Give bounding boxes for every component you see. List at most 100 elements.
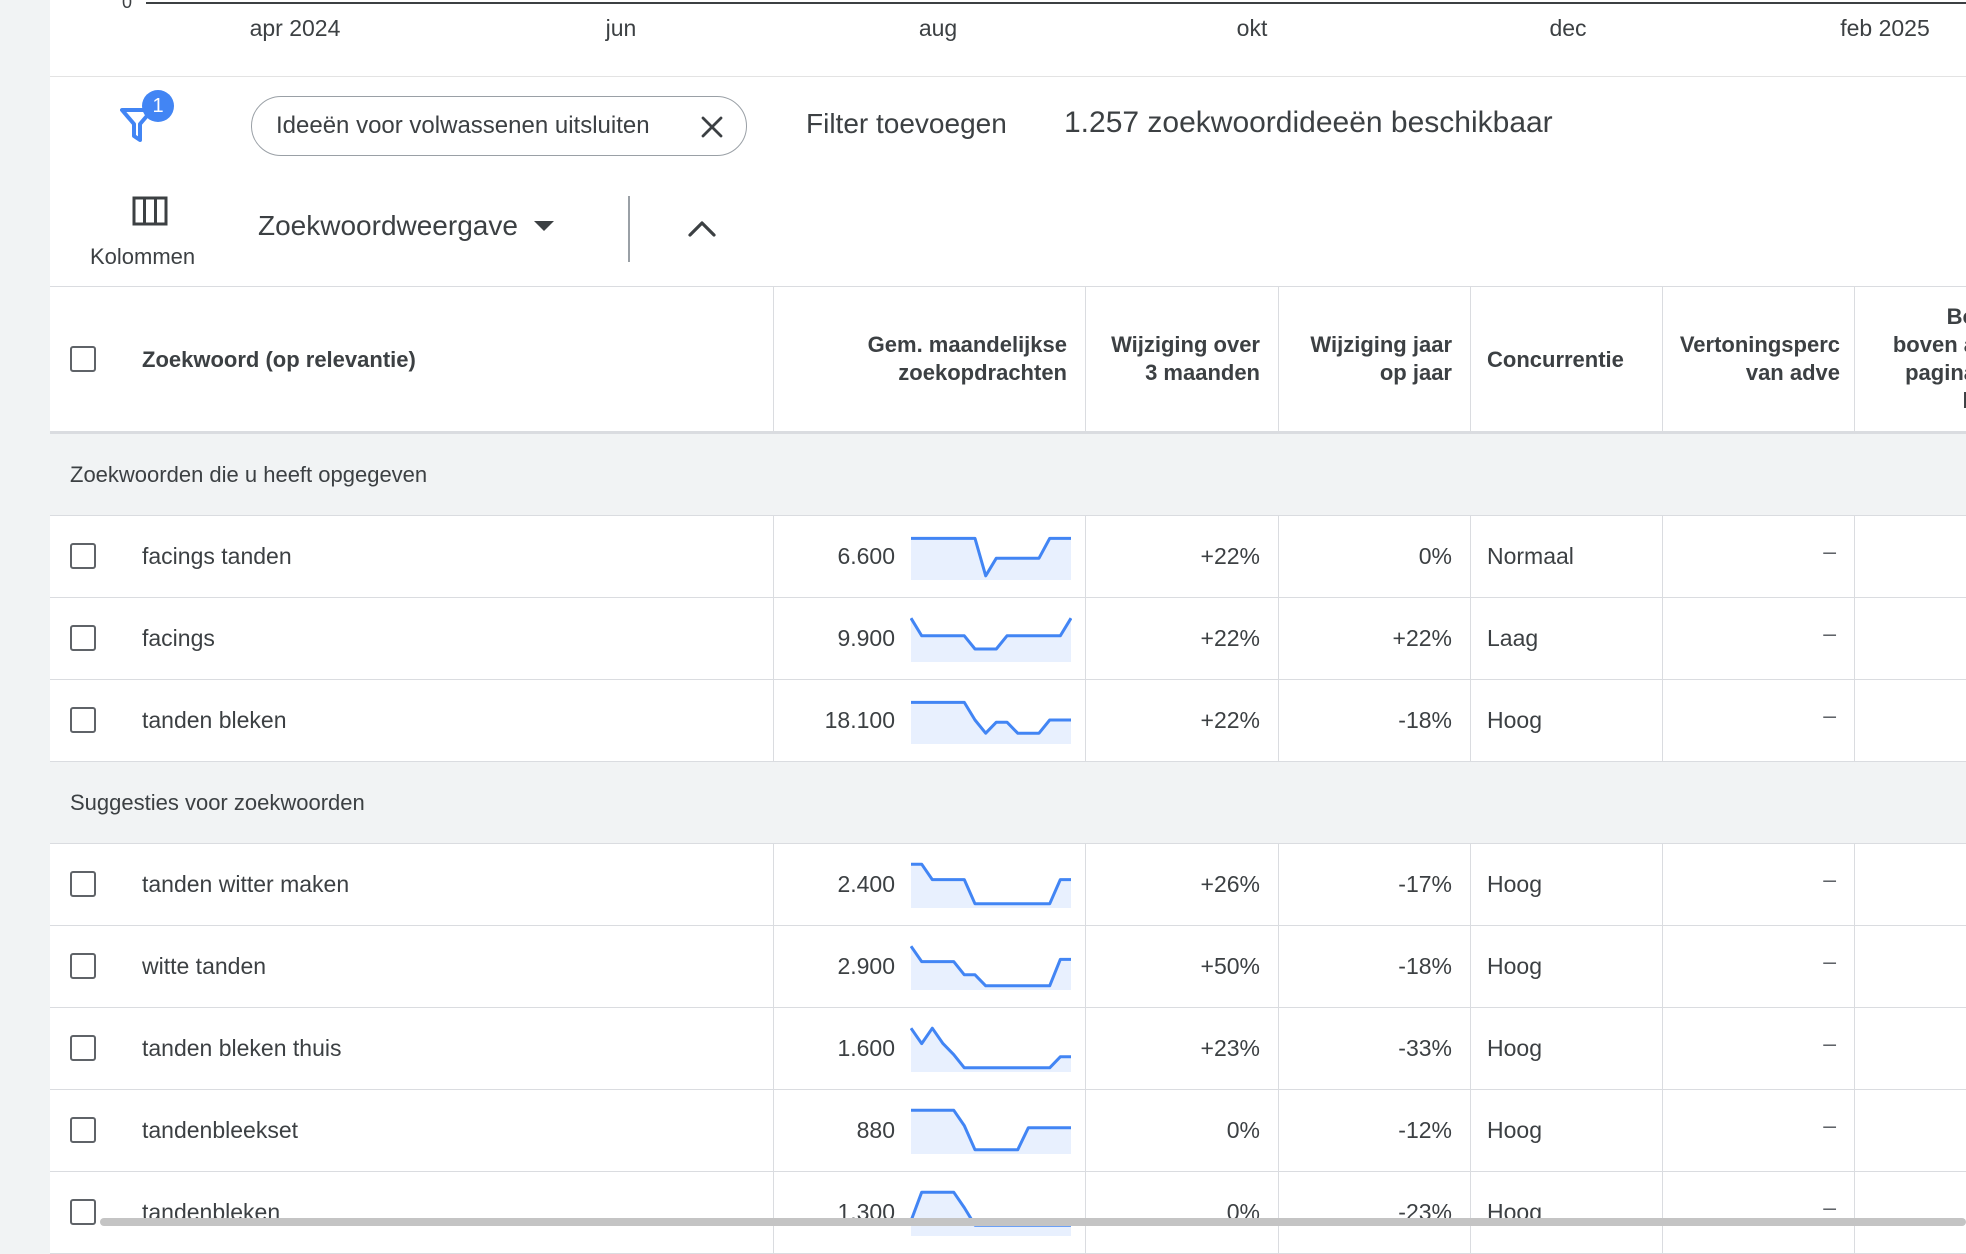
keyword-text: facings xyxy=(142,625,215,651)
select-all-checkbox[interactable] xyxy=(70,346,96,372)
table-row[interactable]: tandenbleken 1.300 0% -23% Hoog – xyxy=(50,1172,1966,1254)
sparkline-area xyxy=(911,946,1071,990)
x-tick-label: apr 2024 xyxy=(249,15,341,41)
table-row[interactable]: tanden bleken thuis 1.600 +23% -33% Hoog – xyxy=(50,1008,1966,1090)
header-top-bid[interactable]: Bo boven a pagina b xyxy=(1854,287,1966,432)
change-yoy-value: 0% xyxy=(1418,543,1452,569)
impression-share-cell: – xyxy=(1662,1008,1854,1089)
avg-searches-value: 6.600 xyxy=(837,543,895,569)
change-yoy-cell: -18% xyxy=(1278,680,1470,761)
change-yoy-cell: -17% xyxy=(1278,844,1470,925)
row-checkbox[interactable] xyxy=(70,1035,96,1061)
change-yoy-cell: -18% xyxy=(1278,926,1470,1007)
sparkline-area xyxy=(911,1192,1071,1236)
impression-share-cell: – xyxy=(1662,516,1854,597)
competition-value: Hoog xyxy=(1487,953,1542,979)
header-avg-searches-line1: Gem. maandelijkse xyxy=(867,332,1067,357)
header-top-bid-line2: boven a xyxy=(1892,332,1966,357)
header-change-3m-line1: Wijziging over xyxy=(1111,332,1260,357)
keyword-cell: facings tanden xyxy=(50,516,773,597)
row-checkbox[interactable] xyxy=(70,707,96,733)
change-3m-cell: 0% xyxy=(1085,1172,1278,1253)
keyword-cell: witte tanden xyxy=(50,926,773,1007)
trend-sparkline[interactable] xyxy=(910,532,1072,580)
impression-share-cell: – xyxy=(1662,598,1854,679)
avg-searches-value: 18.100 xyxy=(824,707,895,733)
row-checkbox[interactable] xyxy=(70,871,96,897)
avg-searches-cell: 1.300 xyxy=(773,1172,1085,1253)
keyword-planner: 0 apr 2024 jun aug okt dec feb 2025 1 Id… xyxy=(0,0,1966,1254)
table-row[interactable]: tandenbleekset 880 0% -12% Hoog – xyxy=(50,1090,1966,1172)
impression-share-cell: – xyxy=(1662,1090,1854,1171)
keyword-view-dropdown[interactable]: Zoekwoordweergave xyxy=(258,210,554,242)
header-change-3m-line2: 3 maanden xyxy=(1145,360,1260,385)
chevron-up-icon[interactable] xyxy=(684,214,720,242)
impression-share-value: – xyxy=(1823,620,1836,646)
competition-cell: Hoog xyxy=(1470,680,1662,761)
close-icon[interactable] xyxy=(698,113,726,141)
table-row[interactable]: facings tanden 6.600 +22% 0% Normaal – xyxy=(50,516,1966,598)
table-row[interactable]: tanden bleken 18.100 +22% -18% Hoog – xyxy=(50,680,1966,762)
impression-share-value: – xyxy=(1823,948,1836,974)
avg-searches-cell: 2.400 xyxy=(773,844,1085,925)
table-row[interactable]: facings 9.900 +22% +22% Laag – xyxy=(50,598,1966,680)
header-change-yoy-line1: Wijziging jaar xyxy=(1310,332,1452,357)
sparkline-area xyxy=(911,1110,1071,1154)
header-impression-share[interactable]: Vertoningsperc van adve xyxy=(1662,287,1854,432)
row-checkbox[interactable] xyxy=(70,625,96,651)
horizontal-scrollbar[interactable] xyxy=(100,1218,1966,1226)
section-header: Zoekwoorden die u heeft opgegeven xyxy=(50,434,1966,516)
header-avg-searches[interactable]: Gem. maandelijkse zoekopdrachten xyxy=(773,287,1085,432)
header-change-3m[interactable]: Wijziging over 3 maanden xyxy=(1085,287,1278,432)
impression-share-value: – xyxy=(1823,1112,1836,1138)
table-row[interactable]: tanden witter maken 2.400 +26% -17% Hoog – xyxy=(50,844,1966,926)
header-impression-share-line1: Vertoningsperc xyxy=(1679,332,1840,357)
competition-cell: Hoog xyxy=(1470,1172,1662,1253)
row-checkbox[interactable] xyxy=(70,543,96,569)
header-change-yoy-line2: op jaar xyxy=(1379,360,1452,385)
keyword-text: tanden witter maken xyxy=(142,871,350,897)
sparkline-area xyxy=(911,1028,1071,1072)
trend-sparkline[interactable] xyxy=(910,860,1072,908)
trend-sparkline[interactable] xyxy=(910,1106,1072,1154)
change-yoy-cell: 0% xyxy=(1278,516,1470,597)
change-yoy-cell: +22% xyxy=(1278,598,1470,679)
trend-sparkline[interactable] xyxy=(910,942,1072,990)
y-tick-zero: 0 xyxy=(122,0,133,12)
competition-value: Hoog xyxy=(1487,871,1542,897)
row-checkbox[interactable] xyxy=(70,953,96,979)
change-yoy-value: -18% xyxy=(1398,953,1452,979)
avg-searches-value: 2.900 xyxy=(837,953,895,979)
change-3m-value: 0% xyxy=(1226,1117,1260,1143)
row-checkbox[interactable] xyxy=(70,1117,96,1143)
filter-chip-adult-ideas[interactable]: Ideeën voor volwassenen uitsluiten xyxy=(251,96,747,156)
impression-share-value: – xyxy=(1823,702,1836,728)
avg-searches-cell: 880 xyxy=(773,1090,1085,1171)
change-3m-value: +50% xyxy=(1200,953,1260,979)
keyword-cell: tandenbleken xyxy=(50,1172,773,1253)
table-header: Zoekwoord (op relevantie) Gem. maandelij… xyxy=(50,286,1966,434)
trend-sparkline[interactable] xyxy=(910,1188,1072,1236)
competition-cell: Hoog xyxy=(1470,1090,1662,1171)
header-top-bid-line4: b xyxy=(1855,387,1966,415)
trend-sparkline[interactable] xyxy=(910,614,1072,662)
add-filter-button[interactable]: Filter toevoegen xyxy=(806,108,1007,140)
trend-sparkline[interactable] xyxy=(910,1024,1072,1072)
section-header: Suggesties voor zoekwoorden xyxy=(50,762,1966,844)
x-tick-label: feb 2025 xyxy=(1840,15,1930,41)
header-change-yoy[interactable]: Wijziging jaar op jaar xyxy=(1278,287,1470,432)
competition-value: Hoog xyxy=(1487,707,1542,733)
trend-sparkline[interactable] xyxy=(910,696,1072,744)
header-keyword[interactable]: Zoekwoord (op relevantie) xyxy=(50,287,773,432)
table-row[interactable]: witte tanden 2.900 +50% -18% Hoog – xyxy=(50,926,1966,1008)
row-checkbox[interactable] xyxy=(70,1199,96,1225)
change-3m-value: +22% xyxy=(1200,543,1260,569)
change-yoy-value: -18% xyxy=(1398,707,1452,733)
change-3m-cell: +50% xyxy=(1085,926,1278,1007)
top-bid-cell xyxy=(1854,598,1966,679)
change-yoy-value: -17% xyxy=(1398,871,1452,897)
top-bid-cell xyxy=(1854,926,1966,1007)
change-3m-cell: +23% xyxy=(1085,1008,1278,1089)
top-bid-cell xyxy=(1854,680,1966,761)
header-competition[interactable]: Concurrentie xyxy=(1470,287,1662,432)
